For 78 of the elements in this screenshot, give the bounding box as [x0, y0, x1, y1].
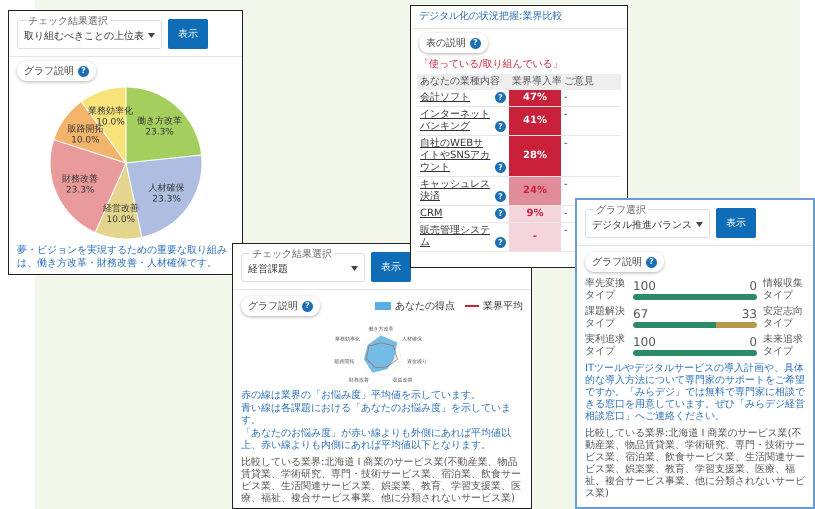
- help-icon[interactable]: ?: [495, 191, 506, 202]
- score-value: 0: [749, 279, 757, 293]
- rate-cell: -: [509, 223, 561, 252]
- help-icon: ?: [302, 300, 313, 312]
- legend-swatch: [375, 302, 391, 310]
- help-button[interactable]: グラフ説明 ?: [17, 61, 96, 81]
- caret-icon: [351, 266, 358, 271]
- industry-text: 比較している業界:北海道 Ⅰ 商業のサービス業(不動産業、物品賃貸業、学術研究、専門・技術サービス業、宿泊業、飲食サービス業、生活関連サービス業、娯楽業、教育、学習支援業、医療、福祉、複合サービス事業、他に分類されないサービス業): [584, 426, 806, 501]
- type-label: 情報収集タイプ: [763, 278, 803, 301]
- legend-label: あなたの得点: [395, 300, 455, 313]
- rate-cell: 47%: [509, 90, 561, 107]
- show-button[interactable]: 表示: [371, 252, 411, 282]
- caret-icon: [148, 33, 155, 38]
- slice-value: 10.0%: [70, 136, 100, 146]
- legend-line: [465, 305, 479, 307]
- item-link[interactable]: 自社のWEBサイトやSNSアカウント: [420, 138, 492, 174]
- table-heading: 「使っている/取り組んでいる」: [418, 58, 564, 72]
- note-text: ITツールやデジタルサービスの導入計画や、具体的な導入方法について専門家のサポートをご希望ですか。「みらデジ」では無料で専門家に相談できる窓口を用意しています。ぜひ「みらデジ経営相談窓口」へご連絡ください。: [584, 362, 806, 424]
- help-icon[interactable]: ?: [495, 162, 506, 173]
- card-title: デジタル化の状況把握:業界比較: [411, 6, 627, 29]
- item-link[interactable]: キャッシュレス決済: [420, 179, 492, 203]
- legend-label: 業界平均: [483, 300, 523, 313]
- show-button[interactable]: 表示: [716, 208, 756, 238]
- help-button[interactable]: グラフ説明 ?: [241, 296, 320, 316]
- table-cell: -: [564, 208, 568, 220]
- type-label: 未来追求タイプ: [763, 334, 803, 357]
- item-link[interactable]: インターネットバンキング: [420, 109, 492, 133]
- note-text: 「あなたのお悩み度」が赤い線よりも外側にあれば平均値以上、赤い線よりも内側にあれば平均値以下となります。: [241, 428, 512, 452]
- rate-cell: 24%: [509, 177, 561, 206]
- item-link[interactable]: 販売管理システム: [420, 225, 492, 249]
- type-label: 実利追求タイプ: [585, 334, 625, 357]
- rate-cell: 28%: [509, 136, 561, 177]
- show-button[interactable]: 表示: [168, 19, 208, 49]
- type-label: 安定志向タイプ: [763, 306, 803, 329]
- slice-value: 23.3%: [65, 185, 94, 196]
- help-icon: ?: [470, 38, 481, 48]
- slice-value: 23.3%: [144, 128, 174, 138]
- score-value: 0: [749, 335, 757, 349]
- caret-icon: [696, 222, 703, 227]
- slice-label: 人材確保: [148, 183, 184, 194]
- table-cell: -: [564, 179, 568, 191]
- industry-text: 比較している業界:北海道 Ⅰ 商業のサービス業(不動産業、物品賃貸業、学術研究、専門・技術サービス業、宿泊業、飲食サービス業、生活関連サービス業、娯楽業、教育、学習支援業、医療、福祉、複合サービス事業、他に分類されないサービス業): [240, 456, 522, 506]
- score-value: 100: [633, 335, 656, 349]
- table-cell: -: [564, 109, 568, 121]
- slice-value: 10.0%: [106, 214, 135, 225]
- radar-chart-drawing: [360, 334, 402, 375]
- item-link[interactable]: 会計ソフト: [420, 92, 492, 104]
- slice-label: 財務改善: [62, 174, 98, 184]
- help-icon[interactable]: ?: [495, 237, 506, 248]
- help-icon[interactable]: ?: [495, 92, 506, 103]
- table-cell: -: [564, 225, 568, 237]
- help-button[interactable]: グラフ説明 ?: [585, 252, 664, 272]
- score-value: 67: [633, 307, 648, 321]
- select-label: チェック結果選択: [250, 246, 334, 260]
- column-header: あなたの業種内容: [417, 74, 509, 90]
- note-text: 赤の線は業界の「お悩み度」平均値を示しています。: [241, 390, 482, 402]
- table-cell: -: [564, 92, 568, 104]
- summary-text: 夢・ビジョンを実現するための重要な取り組みは、働き方改革・財務改善・人材確保です。: [16, 244, 228, 270]
- rate-cell: 41%: [509, 107, 561, 136]
- item-link[interactable]: CRM: [420, 208, 492, 220]
- score-value: 100: [633, 279, 656, 293]
- select-label: グラフ選択: [594, 202, 648, 216]
- type-label: 課題解決タイプ: [585, 306, 625, 329]
- table-cell: -: [564, 138, 568, 150]
- column-header: 業界導入率: [509, 74, 561, 90]
- help-icon: ?: [78, 66, 89, 76]
- help-button[interactable]: 表の説明 ?: [419, 33, 488, 53]
- type-label: 率先変換タイプ: [585, 278, 625, 301]
- column-header: ご意見: [561, 74, 621, 90]
- slice-value: 23.3%: [152, 194, 180, 204]
- note-text: 青い線は各課題における「あなたのお悩み度」を示しています。: [241, 403, 512, 427]
- score-value: 33: [742, 307, 757, 321]
- help-icon[interactable]: ?: [495, 208, 506, 219]
- help-icon[interactable]: ?: [495, 121, 506, 132]
- select-label: チェック結果選択: [26, 14, 110, 28]
- slice-label: 働き方改革: [136, 116, 182, 127]
- rate-cell: 9%: [509, 206, 561, 223]
- help-icon: ?: [646, 256, 657, 268]
